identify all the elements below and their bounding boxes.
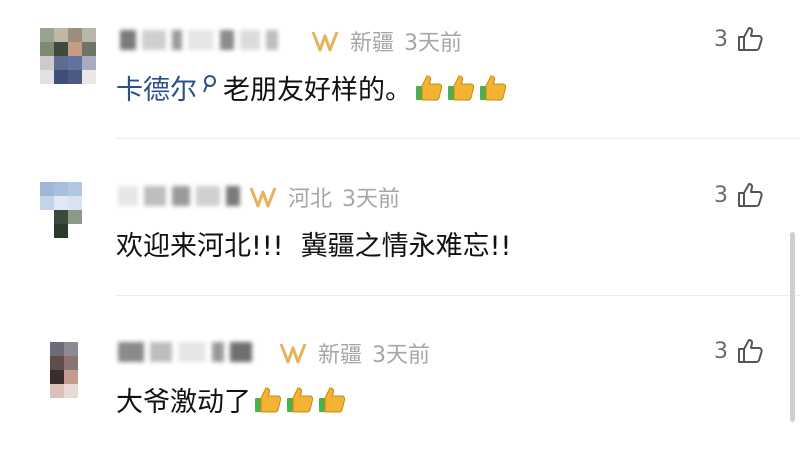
comment-body: 欢迎来河北!!! 冀疆之情永难忘!! xyxy=(116,231,512,262)
thumbs-up-emoji-icon xyxy=(446,73,476,103)
thumbs-up-emoji-icon xyxy=(414,73,444,103)
thumbs-up-emoji-icon xyxy=(478,73,508,103)
divider xyxy=(116,138,800,139)
search-icon xyxy=(201,72,219,103)
comment-text: 大爷激动了 xyxy=(116,380,347,419)
timestamp: 3天前 xyxy=(404,31,463,56)
comment-body: 大爷激动了 xyxy=(116,387,251,418)
comment-item: 新疆 3天前 3 大爷激动了 xyxy=(0,296,800,453)
thumbs-up-emoji-icon xyxy=(253,385,283,415)
like-button[interactable]: 3 xyxy=(714,181,764,209)
thumbs-up-outline-icon[interactable] xyxy=(736,25,764,53)
comment-text: 欢迎来河北!!! 冀疆之情永难忘!! xyxy=(116,224,511,263)
scrollbar[interactable] xyxy=(790,232,795,422)
like-count: 3 xyxy=(714,338,728,364)
comment-item: 河北 3天前 3 欢迎来河北!!! 冀疆之情永难忘!! xyxy=(0,140,800,296)
location: 新疆 xyxy=(318,343,363,368)
comment-text: 卡德尔 老朋友好样的。 xyxy=(116,68,508,107)
like-count: 3 xyxy=(714,26,728,52)
avatar[interactable] xyxy=(50,342,106,398)
like-button[interactable]: 3 xyxy=(714,337,764,365)
thumbs-up-emoji-icon xyxy=(317,385,347,415)
avatar[interactable] xyxy=(40,28,96,84)
comment-body: 老朋友好样的。 xyxy=(223,75,412,106)
username-redacted[interactable] xyxy=(118,180,240,212)
username-redacted[interactable] xyxy=(120,24,278,56)
thumbs-up-emoji-icon xyxy=(285,385,315,415)
vip-badge-icon xyxy=(278,340,308,366)
comment-meta: 河北 3天前 xyxy=(248,181,400,213)
comment-meta: 新疆 3天前 xyxy=(310,25,462,57)
username-redacted[interactable] xyxy=(118,336,252,368)
like-count: 3 xyxy=(714,182,728,208)
timestamp: 3天前 xyxy=(342,187,401,212)
location: 河北 xyxy=(288,187,333,212)
comment-item: 新疆 3天前 3 卡德尔 老朋友好样的。 xyxy=(0,0,800,140)
thumbs-up-outline-icon[interactable] xyxy=(736,337,764,365)
timestamp: 3天前 xyxy=(372,343,431,368)
vip-badge-icon xyxy=(248,184,278,210)
comment-meta: 新疆 3天前 xyxy=(278,337,430,369)
location: 新疆 xyxy=(350,31,395,56)
mention-link[interactable]: 卡德尔 xyxy=(116,68,197,107)
vip-badge-icon xyxy=(310,28,340,54)
thumbs-up-outline-icon[interactable] xyxy=(736,181,764,209)
like-button[interactable]: 3 xyxy=(714,25,764,53)
avatar[interactable] xyxy=(40,182,96,238)
